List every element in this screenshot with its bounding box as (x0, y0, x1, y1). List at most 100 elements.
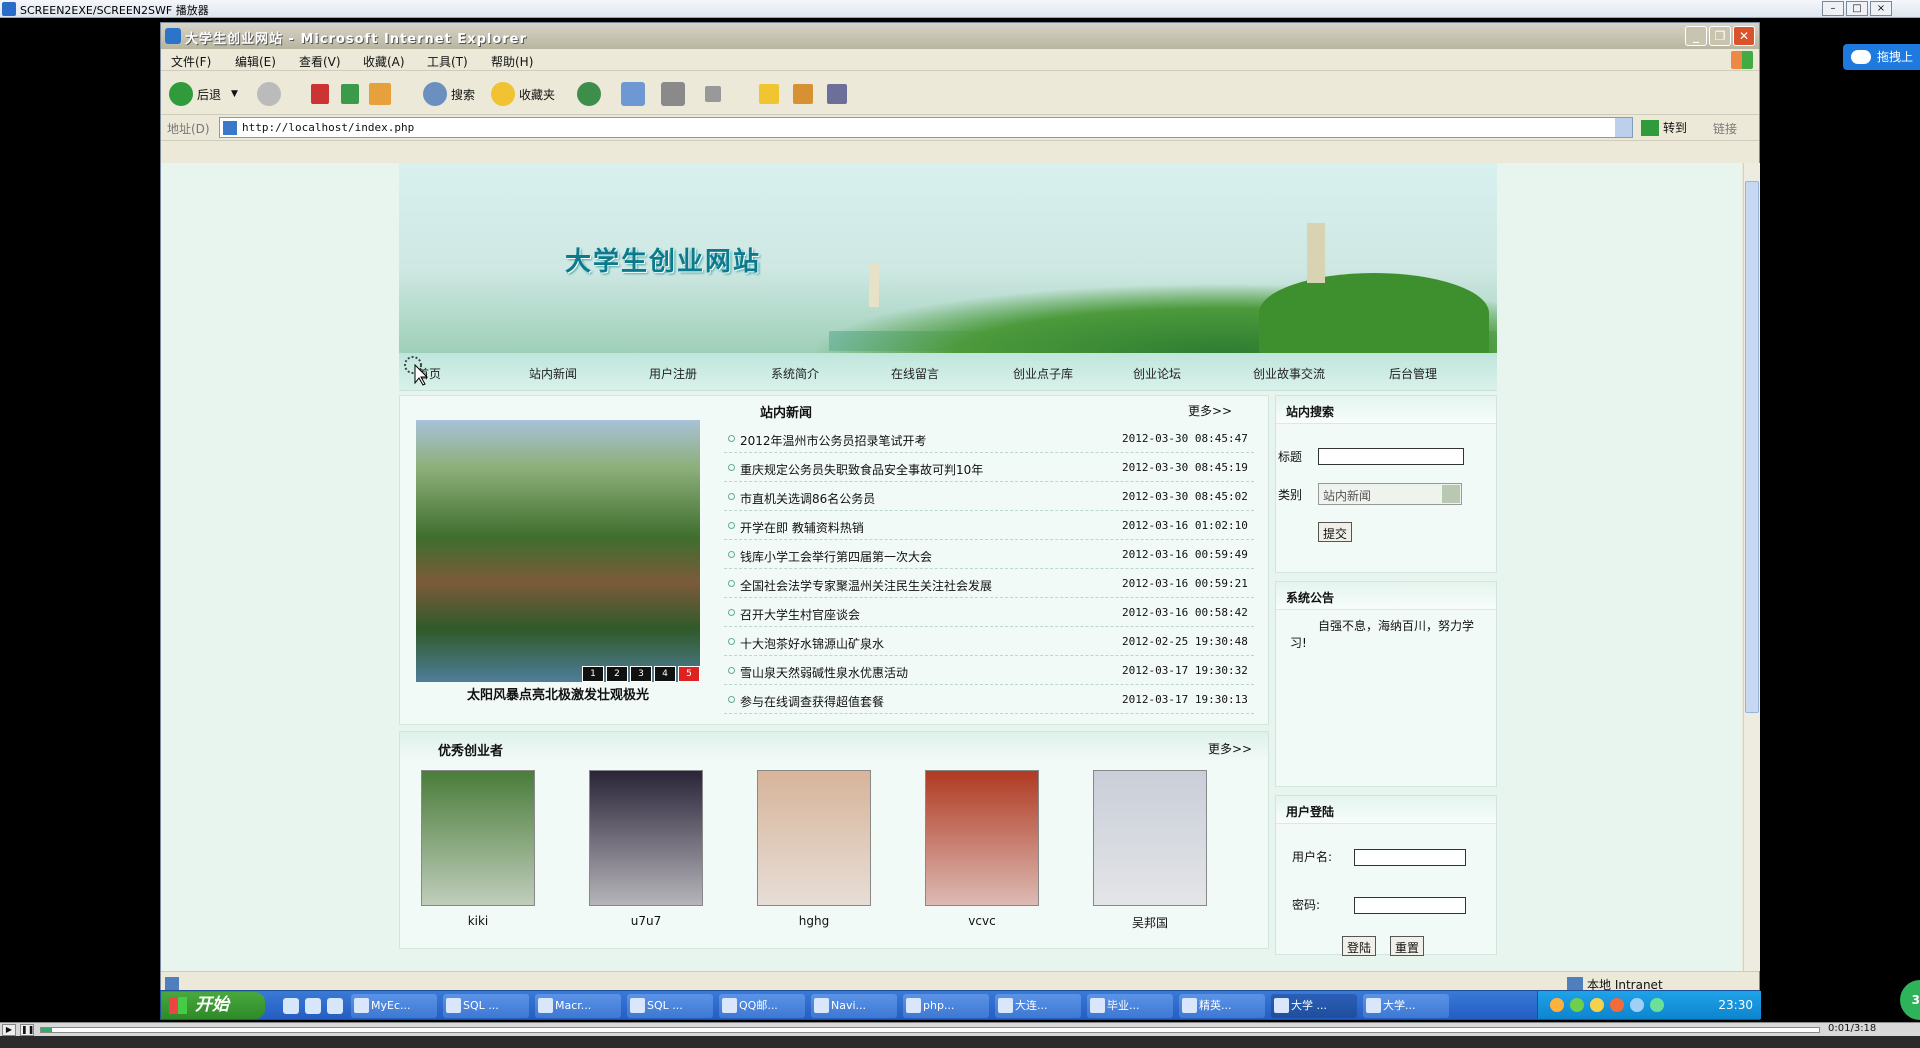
news-row[interactable]: 开学在即 教辅资料热销 2012-03-16 01:02:10 (724, 511, 1254, 540)
nav-about[interactable]: 系统简介 (771, 365, 819, 382)
research-button[interactable] (793, 81, 817, 107)
news-title[interactable]: 重庆规定公务员失职致食品安全事故可判10年 (740, 461, 983, 478)
news-title[interactable]: 钱库小学工会举行第四届第一次大会 (740, 548, 932, 565)
messenger-button[interactable] (827, 81, 851, 107)
taskbar-task[interactable]: php... (903, 994, 989, 1018)
slide-page-5[interactable]: 5 (678, 666, 700, 682)
nav-register[interactable]: 用户注册 (649, 365, 697, 382)
news-title[interactable]: 雪山泉天然弱碱性泉水优惠活动 (740, 664, 908, 681)
taskbar-task[interactable]: SQL ... (443, 994, 529, 1018)
tray-qq-icon[interactable] (1590, 998, 1604, 1012)
search-submit-button[interactable]: 提交 (1318, 522, 1353, 542)
login-button[interactable]: 登陆 (1342, 936, 1377, 956)
slideshow-caption[interactable]: 太阳风暴点亮北极激发壮观极光 (416, 684, 700, 703)
pause-icon[interactable]: ❚❚ (20, 1024, 34, 1036)
nav-forum[interactable]: 创业论坛 (1133, 365, 1181, 382)
tray-network-icon[interactable] (1570, 998, 1584, 1012)
taskbar-task[interactable]: Navi... (811, 994, 897, 1018)
reset-button[interactable]: 重置 (1390, 936, 1425, 956)
news-title[interactable]: 2012年温州市公务员招录笔试开考 (740, 432, 927, 449)
news-title[interactable]: 全国社会法学专家聚温州关注民生关注社会发展 (740, 577, 992, 594)
tray-sync-icon[interactable] (1650, 998, 1664, 1012)
news-row[interactable]: 召开大学生村官座谈会 2012-03-16 00:58:42 (724, 598, 1254, 627)
discuss-button[interactable] (759, 81, 783, 107)
search-title-input[interactable] (1318, 448, 1464, 465)
baidu-drag-upload-button[interactable]: 拖拽上 (1843, 44, 1920, 70)
entrepreneur-card[interactable]: hghg (756, 770, 872, 928)
links-label[interactable]: 链接 (1713, 120, 1737, 137)
search-category-select[interactable]: 站内新闻 (1318, 483, 1462, 505)
entrepreneur-photo[interactable] (1093, 770, 1207, 906)
menu-edit[interactable]: 编辑(E) (235, 53, 276, 70)
address-input[interactable]: http://localhost/index.php (219, 117, 1633, 138)
entrepreneur-card[interactable]: kiki (420, 770, 536, 928)
entrepreneurs-more-link[interactable]: 更多>> (1208, 740, 1252, 757)
history-button[interactable] (577, 81, 605, 107)
news-row[interactable]: 市直机关选调86名公务员 2012-03-30 08:45:02 (724, 482, 1254, 511)
nav-guestbook[interactable]: 在线留言 (891, 365, 939, 382)
image-slideshow[interactable]: 1 2 3 4 5 (416, 420, 700, 682)
news-title[interactable]: 十大泡茶好水锦源山矿泉水 (740, 635, 884, 652)
ie-minimize-button[interactable]: _ (1685, 26, 1707, 46)
news-title[interactable]: 市直机关选调86名公务员 (740, 490, 875, 507)
mail-button[interactable] (621, 81, 649, 107)
entrepreneur-name[interactable]: hghg (756, 914, 872, 928)
news-row[interactable]: 重庆规定公务员失职致食品安全事故可判10年 2012-03-30 08:45:19 (724, 453, 1254, 482)
favorites-button[interactable]: 收藏夹 (491, 81, 555, 107)
menu-help[interactable]: 帮助(H) (491, 53, 533, 70)
taskbar-task[interactable]: MyEc... (351, 994, 437, 1018)
entrepreneur-name[interactable]: vcvc (924, 914, 1040, 928)
menu-file[interactable]: 文件(F) (171, 53, 211, 70)
print-button[interactable] (661, 81, 689, 107)
search-button[interactable]: 搜索 (423, 81, 475, 107)
page-scrollbar[interactable] (1743, 163, 1760, 971)
taskbar-task[interactable]: QQ邮... (719, 994, 805, 1018)
taskbar-task[interactable]: 毕业... (1087, 994, 1173, 1018)
entrepreneur-photo[interactable] (925, 770, 1039, 906)
entrepreneur-name[interactable]: u7u7 (588, 914, 704, 928)
player-minimize-button[interactable]: – (1822, 1, 1844, 16)
quicklaunch-explorer-icon[interactable] (305, 998, 321, 1014)
news-row[interactable]: 参与在线调查获得超值套餐 2012-03-17 19:30:13 (724, 685, 1254, 714)
taskbar-task[interactable]: SQL ... (627, 994, 713, 1018)
news-title[interactable]: 开学在即 教辅资料热销 (740, 519, 864, 536)
entrepreneur-photo[interactable] (589, 770, 703, 906)
nav-news[interactable]: 站内新闻 (529, 365, 577, 382)
entrepreneur-photo[interactable] (421, 770, 535, 906)
news-title[interactable]: 召开大学生村官座谈会 (740, 606, 860, 623)
entrepreneur-photo[interactable] (757, 770, 871, 906)
entrepreneur-name[interactable]: kiki (420, 914, 536, 928)
entrepreneur-card[interactable]: u7u7 (588, 770, 704, 928)
taskbar-task[interactable]: 大学... (1363, 994, 1449, 1018)
back-button[interactable]: 后退 ▼ (169, 81, 238, 107)
back-dropdown-icon[interactable]: ▼ (231, 89, 238, 99)
go-button[interactable]: 转到 (1641, 119, 1687, 136)
tray-volume-icon[interactable] (1630, 998, 1644, 1012)
slide-page-3[interactable]: 3 (630, 666, 652, 682)
news-title[interactable]: 参与在线调查获得超值套餐 (740, 693, 884, 710)
ie-close-button[interactable]: ✕ (1733, 26, 1755, 46)
tray-security-icon[interactable] (1610, 998, 1624, 1012)
news-more-link[interactable]: 更多>> (1188, 402, 1232, 419)
password-input[interactable] (1354, 897, 1466, 914)
nav-ideas[interactable]: 创业点子库 (1013, 365, 1073, 382)
entrepreneur-card[interactable]: 吴邦国 (1092, 770, 1208, 931)
taskbar-clock[interactable]: 23:30 (1718, 998, 1753, 1012)
quicklaunch-ie-icon[interactable] (283, 998, 299, 1014)
username-input[interactable] (1354, 849, 1466, 866)
refresh-button[interactable] (341, 81, 363, 107)
menu-favorites[interactable]: 收藏(A) (363, 53, 405, 70)
address-dropdown-icon[interactable] (1615, 118, 1632, 137)
news-row[interactable]: 2012年温州市公务员招录笔试开考 2012-03-30 08:45:47 (724, 424, 1254, 453)
stop-button[interactable] (311, 81, 333, 107)
nav-stories[interactable]: 创业故事交流 (1253, 365, 1325, 382)
scrollbar-thumb[interactable] (1745, 181, 1759, 713)
taskbar-task[interactable]: 大连... (995, 994, 1081, 1018)
home-button[interactable] (369, 81, 395, 107)
news-row[interactable]: 钱库小学工会举行第四届第一次大会 2012-03-16 00:59:49 (724, 540, 1254, 569)
player-close-button[interactable]: × (1870, 1, 1892, 16)
nav-admin[interactable]: 后台管理 (1389, 365, 1437, 382)
quicklaunch-media-icon[interactable] (327, 998, 343, 1014)
entrepreneur-name[interactable]: 吴邦国 (1092, 914, 1208, 931)
entrepreneur-card[interactable]: vcvc (924, 770, 1040, 928)
